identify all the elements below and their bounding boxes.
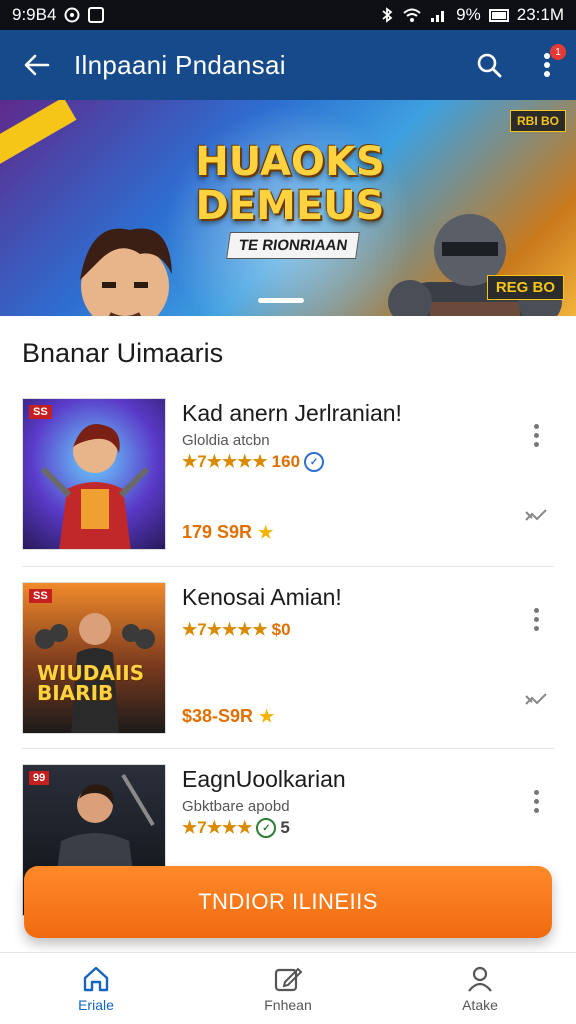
rating-stars: ★7★★★★: [182, 620, 268, 639]
star-icon: ★: [259, 706, 275, 726]
signal-icon: [430, 7, 448, 23]
game-subtitle: Gbktbare apobd: [182, 798, 290, 815]
home-icon: [83, 966, 109, 991]
app-title: Ilnpaani Pndansai: [74, 49, 286, 80]
banner-hero-left: [40, 210, 210, 316]
thumbnail-logo: WIUDAIIS BIARIB: [37, 661, 145, 705]
game-thumbnail[interactable]: SS: [22, 398, 166, 550]
nav-item-home[interactable]: Eriale: [0, 953, 192, 1024]
item-more-button[interactable]: [524, 418, 548, 452]
app-bar: Ilnpaani Pndansai 1: [0, 30, 576, 100]
nav-item-compose[interactable]: Fnhean: [192, 953, 384, 1024]
bluetooth-icon: [380, 6, 394, 24]
item-more-button[interactable]: [524, 602, 548, 636]
notification-badge: 1: [550, 44, 566, 60]
promo-banner[interactable]: HUAOKS DEMEUS TE RIONRIAAN RBI BO REG BO: [0, 100, 576, 316]
nav-item-profile[interactable]: Atake: [384, 953, 576, 1024]
game-title[interactable]: EagnUoolkarian: [182, 766, 346, 793]
battery-icon: [488, 8, 509, 22]
section-title: Bnanar Uimaaris: [22, 338, 224, 368]
status-time-left: 9:9B4: [12, 5, 57, 24]
game-rating: ★7★★★★ 160 ✓: [182, 452, 325, 472]
star-icon: ★: [258, 522, 274, 542]
status-time-right: 23:1M: [516, 5, 564, 24]
game-title[interactable]: Kad anern Jerlranian!: [182, 400, 402, 427]
search-button[interactable]: [460, 30, 518, 100]
banner-ribbon: [0, 100, 77, 165]
thumbnail-tag: SS: [29, 405, 52, 419]
game-list-item[interactable]: SS Kad anern Jerlranian! Gloldia atcbn ★…: [0, 398, 576, 568]
profile-icon: [468, 966, 492, 992]
game-list-item[interactable]: SS WIUDAIIS BIARIB Kenosai Amian! ★7★★★★…: [0, 582, 576, 752]
trend-icon[interactable]: [524, 690, 548, 710]
banner-subtitle: TE RIONRIAAN: [226, 232, 361, 259]
thumbnail-tag: SS: [29, 589, 52, 603]
more-vertical-icon: [544, 53, 550, 77]
back-button[interactable]: [0, 30, 74, 100]
status-bar: 9:9B4 9% 23:1M: [0, 0, 576, 30]
notification-app-icon: [88, 7, 105, 23]
game-title[interactable]: Kenosai Amian!: [182, 584, 342, 611]
app-screen: 9:9B4 9% 23:1M Ilnpaani Pndansai 1 HUAOK…: [0, 0, 576, 1024]
game-subtitle: Gloldia atcbn: [182, 432, 270, 449]
banner-badge: REG BO: [486, 275, 564, 300]
thumbnail-tag: 99: [29, 771, 50, 785]
banner-title: HUAOKS DEMEUS: [195, 139, 385, 229]
verified-icon: ✓: [256, 818, 277, 838]
verified-icon: ✓: [304, 452, 325, 472]
compose-icon: [274, 967, 303, 991]
trend-icon[interactable]: [524, 506, 548, 526]
item-more-button[interactable]: [524, 784, 548, 818]
price-value: $38-S9R: [182, 706, 254, 726]
nav-label: Atake: [462, 996, 498, 1013]
rating-stars: ★7★★★★: [182, 452, 268, 471]
game-rating: ★7★★★ ✓ 5: [182, 818, 290, 838]
arrow-left-icon: [24, 54, 50, 76]
game-price: $38-S9R ★: [182, 706, 274, 727]
rating-count: 5: [280, 818, 290, 837]
rating-count: $0: [271, 620, 291, 639]
banner-page-indicator[interactable]: [258, 298, 304, 303]
game-thumbnail[interactable]: SS WIUDAIIS BIARIB: [22, 582, 166, 734]
bottom-navigation: Eriale Fnhean Atake: [0, 952, 576, 1024]
search-icon: [477, 53, 502, 78]
game-price: 179 S9R ★: [182, 522, 273, 543]
primary-cta-button[interactable]: TNDIOR ILINEIIS: [24, 866, 552, 938]
list-divider: [22, 748, 554, 749]
nav-label: Eriale: [78, 996, 114, 1013]
battery-percent: 9%: [456, 5, 481, 24]
rating-stars: ★7★★★: [182, 818, 253, 837]
media-icon: [64, 7, 80, 23]
game-rating: ★7★★★★ $0: [182, 620, 291, 640]
rating-count: 160: [271, 452, 301, 471]
overflow-menu-button[interactable]: 1: [518, 30, 576, 100]
wifi-icon: [402, 7, 422, 23]
nav-label: Fnhean: [264, 996, 312, 1013]
price-value: 179 S9R: [182, 522, 253, 542]
list-divider: [22, 566, 554, 567]
banner-tag: RBI BO: [510, 110, 566, 132]
